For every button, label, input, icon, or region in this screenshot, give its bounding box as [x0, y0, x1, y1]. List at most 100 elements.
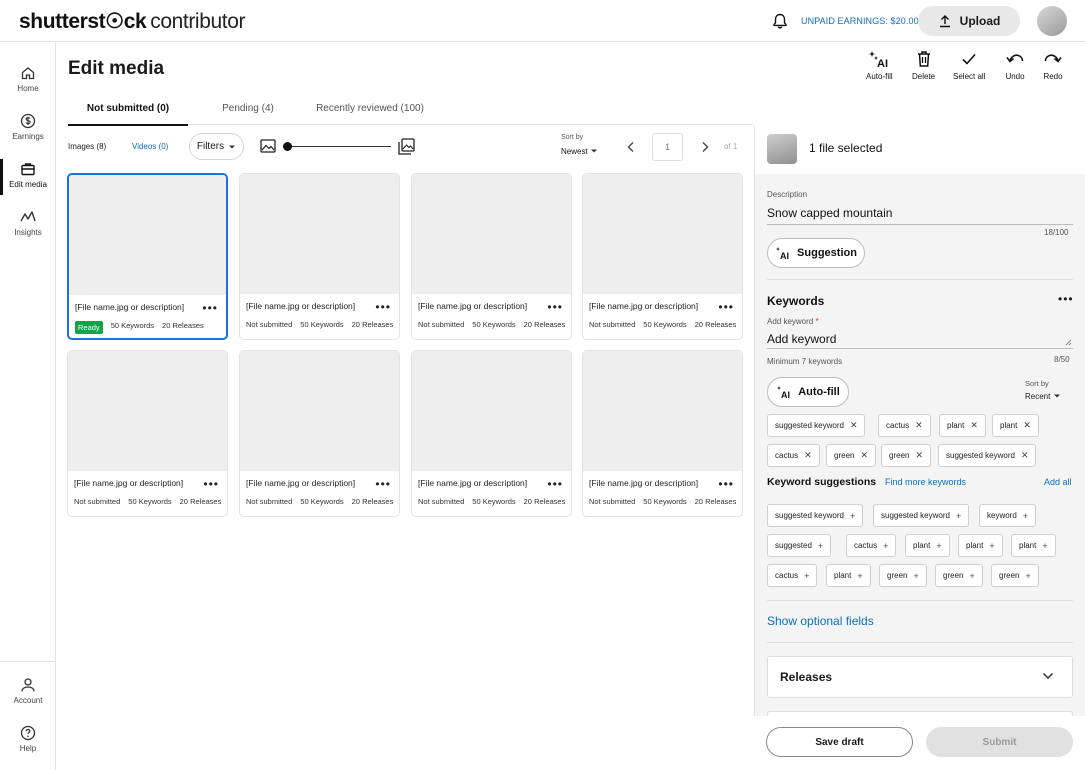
suggestion-chip[interactable]: green + [991, 564, 1039, 587]
shutterstock-logo[interactable]: shutterst☉ck contributor [19, 9, 245, 34]
media-card[interactable]: [File name.jpg or description] ••• Not s… [239, 350, 400, 517]
remove-icon[interactable]: ✕ [1023, 420, 1031, 431]
add-keyword-input[interactable]: Add keyword [767, 332, 836, 346]
remove-icon[interactable]: ✕ [915, 450, 923, 461]
media-thumbnail[interactable] [240, 351, 399, 471]
add-icon[interactable]: + [804, 571, 809, 581]
keyword-chip[interactable]: cactus ✕ [878, 414, 931, 437]
suggestion-chip[interactable]: keyword + [979, 504, 1037, 527]
add-icon[interactable]: + [1042, 541, 1047, 551]
add-icon[interactable]: + [969, 571, 974, 581]
media-thumbnail[interactable] [583, 174, 742, 294]
avatar[interactable] [1037, 6, 1067, 36]
keyword-chip[interactable]: plant ✕ [939, 414, 986, 437]
nav-item-home[interactable]: Home [0, 61, 56, 105]
keyword-chip[interactable]: cactus ✕ [767, 444, 820, 467]
suggestion-chip[interactable]: suggested keyword + [873, 504, 970, 527]
undo-action[interactable]: Undo [1005, 50, 1025, 81]
sort-by-select[interactable]: Newest [561, 147, 598, 156]
keyword-chip[interactable]: suggested keyword ✕ [767, 414, 866, 437]
suggestion-chip[interactable]: cactus + [767, 564, 818, 587]
add-icon[interactable]: + [936, 541, 941, 551]
suggestion-chip[interactable]: cactus + [846, 534, 897, 557]
keyword-sort-select[interactable]: Recent [1025, 392, 1061, 401]
slider-handle[interactable] [283, 142, 292, 151]
more-options-icon[interactable]: ••• [547, 300, 563, 314]
more-options-icon[interactable]: ••• [203, 477, 219, 491]
media-thumbnail[interactable] [240, 174, 399, 294]
image-large-icon[interactable] [398, 138, 415, 155]
media-card[interactable]: [File name.jpg or description] ••• Not s… [411, 173, 572, 340]
media-thumbnail[interactable] [69, 175, 226, 295]
keyword-chip[interactable]: suggested keyword ✕ [938, 444, 1037, 467]
filters-button[interactable]: Filters [189, 133, 244, 160]
keyword-chip[interactable]: green ✕ [881, 444, 932, 467]
more-options-icon[interactable]: ••• [375, 300, 391, 314]
add-icon[interactable]: + [1025, 571, 1030, 581]
nav-item-help[interactable]: Help [0, 721, 56, 765]
more-options-icon[interactable]: ••• [202, 301, 218, 315]
tab-not-submitted[interactable]: Not submitted (0) [68, 92, 188, 126]
suggestion-chip[interactable]: plant + [905, 534, 950, 557]
find-more-keywords-link[interactable]: Find more keywords [885, 477, 966, 487]
nav-item-account[interactable]: Account [0, 673, 56, 717]
add-all-link[interactable]: Add all [1044, 477, 1072, 487]
suggestion-button[interactable]: AI Suggestion [767, 238, 865, 268]
suggestion-chip[interactable]: green + [879, 564, 927, 587]
add-icon[interactable]: + [818, 541, 823, 551]
image-small-icon[interactable] [260, 139, 276, 153]
media-thumbnail[interactable] [412, 174, 571, 294]
more-options-icon[interactable]: ••• [718, 477, 734, 491]
nav-item-earnings[interactable]: Earnings [0, 109, 56, 153]
media-card[interactable]: [File name.jpg or description] ••• Not s… [239, 173, 400, 340]
delete-action[interactable]: Delete [912, 50, 935, 81]
bell-icon[interactable] [771, 12, 789, 30]
media-card[interactable]: [File name.jpg or description] ••• Ready… [67, 173, 228, 340]
chevron-left-icon[interactable] [626, 141, 636, 153]
keyword-chip[interactable]: plant ✕ [992, 414, 1039, 437]
media-thumbnail[interactable] [583, 351, 742, 471]
more-options-icon[interactable]: ••• [718, 300, 734, 314]
remove-icon[interactable]: ✕ [915, 420, 923, 431]
media-card[interactable]: [File name.jpg or description] ••• Not s… [582, 350, 743, 517]
add-icon[interactable]: + [883, 541, 888, 551]
add-icon[interactable]: + [956, 511, 961, 521]
keyword-chip[interactable]: green ✕ [826, 444, 877, 467]
images-filter[interactable]: Images (8) [68, 142, 106, 151]
remove-icon[interactable]: ✕ [1021, 450, 1029, 461]
add-icon[interactable]: + [850, 511, 855, 521]
suggestion-chip[interactable]: plant + [1011, 534, 1056, 557]
suggestion-chip[interactable]: plant + [958, 534, 1003, 557]
add-icon[interactable]: + [857, 571, 862, 581]
media-thumbnail[interactable] [412, 351, 571, 471]
add-icon[interactable]: + [1023, 511, 1028, 521]
chevron-right-icon[interactable] [700, 141, 710, 153]
nav-item-insights[interactable]: Insights [0, 205, 56, 249]
save-draft-button[interactable]: Save draft [766, 727, 913, 757]
remove-icon[interactable]: ✕ [970, 420, 978, 431]
releases-accordion[interactable]: Releases [767, 656, 1073, 698]
description-field[interactable]: Snow capped mountain [767, 206, 892, 220]
media-card[interactable]: [File name.jpg or description] ••• Not s… [582, 173, 743, 340]
unpaid-earnings-link[interactable]: UNPAID EARNINGS: $20.00 [801, 16, 919, 26]
nav-item-edit-media[interactable]: Edit media [0, 157, 56, 201]
tab-pending[interactable]: Pending (4) [196, 92, 300, 125]
media-card[interactable]: [File name.jpg or description] ••• Not s… [411, 350, 572, 517]
add-icon[interactable]: + [913, 571, 918, 581]
remove-icon[interactable]: ✕ [860, 450, 868, 461]
videos-filter[interactable]: Videos (0) [132, 142, 168, 151]
autofill-action[interactable]: AI Auto-fill [866, 50, 893, 81]
select-all-action[interactable]: Select all [953, 50, 985, 81]
tab-recently-reviewed[interactable]: Recently reviewed (100) [308, 92, 432, 125]
suggestion-chip[interactable]: suggested + [767, 534, 832, 557]
add-icon[interactable]: + [989, 541, 994, 551]
suggestion-chip[interactable]: plant + [826, 564, 871, 587]
more-options-icon[interactable]: ••• [547, 477, 563, 491]
suggestion-chip[interactable]: suggested keyword + [767, 504, 864, 527]
media-card[interactable]: [File name.jpg or description] ••• Not s… [67, 350, 228, 517]
autofill-button[interactable]: AI Auto-fill [767, 377, 849, 407]
redo-action[interactable]: Redo [1043, 50, 1063, 81]
upload-button[interactable]: Upload [918, 6, 1020, 36]
suggestion-chip[interactable]: green + [935, 564, 983, 587]
show-optional-fields-link[interactable]: Show optional fields [767, 614, 874, 628]
